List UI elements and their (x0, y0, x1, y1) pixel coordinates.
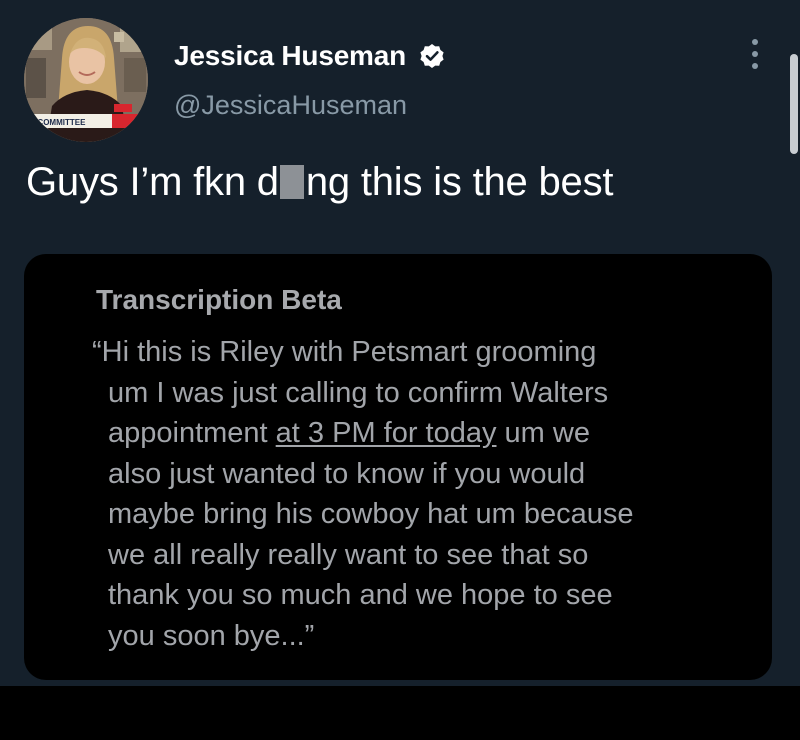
tweet: Y COMMITTEE Jessica Huseman @JessicaHuse… (0, 0, 800, 686)
tweet-text-start: Guys I’m fkn d (26, 160, 279, 204)
author-name-row[interactable]: Jessica Huseman (174, 40, 445, 72)
scrollbar-thumb[interactable] (790, 54, 798, 154)
transcript-line: thank you so much and we hope to see (108, 579, 613, 611)
display-name[interactable]: Jessica Huseman (174, 40, 406, 72)
transcript-line: “Hi this is Riley with Petsmart grooming (92, 336, 597, 368)
tweet-text-end: ng this is the best (305, 160, 614, 204)
appointment-time-link[interactable]: at 3 PM for today (276, 417, 497, 449)
card-title: Transcription Beta (96, 284, 342, 315)
svg-text:Y COMMITTEE: Y COMMITTEE (30, 118, 86, 127)
bottom-bar (0, 686, 800, 740)
avatar[interactable]: Y COMMITTEE (24, 18, 148, 142)
transcription-card[interactable]: Transcription Beta “Hi this is Riley wit… (24, 254, 772, 680)
transcript-line-start: appointment (108, 417, 276, 449)
transcript-line: maybe bring his cowboy hat um because (108, 498, 634, 530)
redaction-block (279, 165, 304, 199)
tweet-text: Guys I’m fkn d ng this is the best (26, 160, 614, 205)
more-vertical-icon[interactable] (748, 36, 762, 72)
transcript-line-end: um we (496, 417, 590, 449)
avatar-image: Y COMMITTEE (24, 18, 148, 142)
transcript-line: um I was just calling to confirm Walters (108, 376, 609, 409)
transcript-line: we all really really want to see that so (108, 538, 589, 571)
transcript-line: also just wanted to know if you would (108, 457, 586, 490)
verified-badge-icon (419, 43, 445, 69)
author-handle[interactable]: @JessicaHuseman (174, 90, 407, 121)
transcript-line: you soon bye...” (108, 619, 315, 652)
transcript-line: appointment at 3 PM for today um we (92, 413, 634, 454)
transcription-text: “Hi this is Riley with Petsmart grooming… (92, 332, 634, 656)
